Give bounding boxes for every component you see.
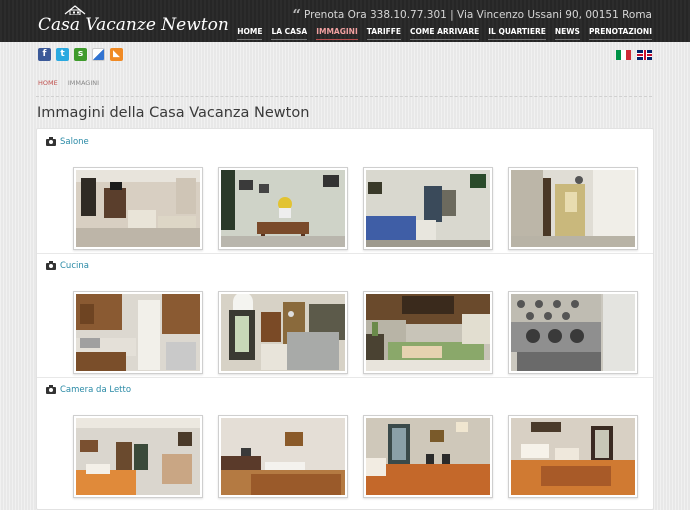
site-logo[interactable]: Casa Vacanze Newton	[38, 5, 229, 35]
nav-home[interactable]: HOME	[237, 27, 263, 40]
divider	[36, 96, 652, 97]
section-header-cucina: Cucina	[46, 260, 89, 271]
stumbleupon-icon[interactable]: s	[74, 48, 87, 61]
nav-il-quartiere[interactable]: IL QUARTIERE	[488, 27, 546, 40]
photo-thumbnail[interactable]	[218, 415, 348, 498]
twitter-icon[interactable]: t	[56, 48, 69, 61]
logo-text: Casa Vacanze Newton	[38, 15, 229, 35]
facebook-icon[interactable]: f	[38, 48, 51, 61]
photo-thumbnail[interactable]	[73, 415, 203, 498]
social-links: f t s ◣	[38, 48, 123, 61]
breadcrumb: HOME IMMAGINI	[38, 79, 99, 87]
site-header: Casa Vacanze Newton “Prenota Ora 338.10.…	[0, 0, 690, 42]
main-nav: HOME LA CASA IMMAGINI TARIFFE COME ARRIV…	[237, 27, 652, 40]
nav-tariffe[interactable]: TARIFFE	[366, 27, 402, 40]
rss-icon[interactable]: ◣	[110, 48, 123, 61]
page-title: Immagini della Casa Vacanza Newton	[37, 105, 310, 121]
quote-icon: “	[292, 6, 301, 24]
photo-thumbnail[interactable]	[73, 291, 203, 374]
section-divider	[37, 377, 653, 378]
nav-news[interactable]: NEWS	[554, 27, 580, 40]
photo-thumbnail[interactable]	[218, 167, 348, 250]
photo-thumbnail[interactable]	[508, 167, 638, 250]
photo-thumbnail[interactable]	[73, 167, 203, 250]
photo-thumbnail[interactable]	[508, 415, 638, 498]
thumbs-cucina	[73, 291, 638, 374]
thumbs-salone	[73, 167, 638, 250]
house-icon	[64, 5, 86, 15]
thumbs-camera	[73, 415, 638, 498]
photo-thumbnail[interactable]	[363, 167, 493, 250]
section-header-camera: Camera da Letto	[46, 384, 131, 395]
photo-thumbnail[interactable]	[363, 415, 493, 498]
section-header-salone: Salone	[46, 136, 89, 147]
nav-come-arrivare[interactable]: COME ARRIVARE	[410, 27, 480, 40]
section-label-camera-da-letto[interactable]: Camera da Letto	[60, 385, 131, 395]
section-divider	[37, 253, 653, 254]
contact-info: “Prenota Ora 338.10.77.301 | Via Vincenz…	[292, 6, 652, 24]
photo-thumbnail[interactable]	[508, 291, 638, 374]
language-switcher	[616, 50, 652, 60]
breadcrumb-current: IMMAGINI	[67, 79, 100, 87]
delicious-icon[interactable]	[92, 48, 105, 61]
camera-icon	[46, 260, 56, 270]
breadcrumb-separator	[62, 79, 64, 87]
nav-prenotazioni[interactable]: PRENOTAZIONI	[588, 27, 652, 40]
nav-immagini[interactable]: IMMAGINI	[316, 27, 358, 40]
italian-flag-icon[interactable]	[616, 50, 631, 60]
camera-icon	[46, 136, 56, 146]
section-label-cucina[interactable]: Cucina	[60, 261, 89, 271]
english-flag-icon[interactable]	[637, 50, 652, 60]
gallery-panel: Salone Cucina Camera da Letto	[36, 128, 654, 510]
breadcrumb-home[interactable]: HOME	[38, 79, 58, 87]
contact-text: Prenota Ora 338.10.77.301 | Via Vincenzo…	[303, 9, 652, 21]
nav-la-casa[interactable]: LA CASA	[271, 27, 308, 40]
section-label-salone[interactable]: Salone	[60, 137, 89, 147]
photo-thumbnail[interactable]	[363, 291, 493, 374]
camera-icon	[46, 384, 56, 394]
photo-thumbnail[interactable]	[218, 291, 348, 374]
